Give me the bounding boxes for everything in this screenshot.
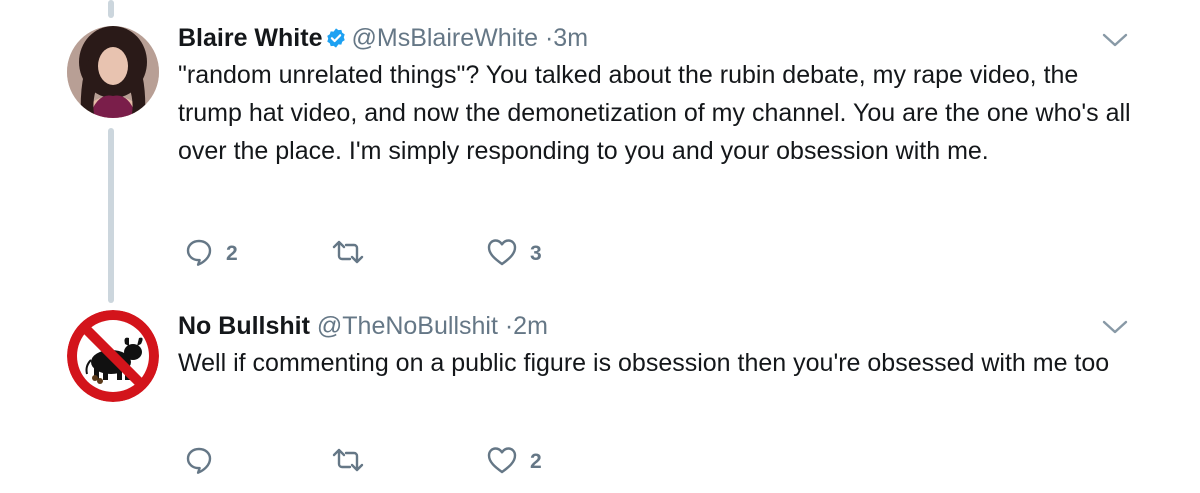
reply-icon [184,237,214,272]
retweet-icon [330,237,366,272]
reply-button[interactable]: 2 [184,234,238,274]
timestamp[interactable]: ·2m [505,312,548,340]
reply-icon [184,445,214,480]
user-handle[interactable]: @MsBlaireWhite [351,24,538,52]
reply-button[interactable] [184,442,226,482]
tweet-text: Well if commenting on a public figure is… [178,349,1110,377]
tweet-header: Blaire White @MsBlaireWhite ·3m [178,23,588,56]
retweet-button[interactable] [330,442,378,482]
chevron-down-icon[interactable] [1102,319,1128,335]
tweet-header: No Bullshit @TheNoBullshit ·2m [178,311,548,341]
heart-icon [486,237,518,272]
heart-icon [486,445,518,480]
tweet-blaire-white[interactable]: Blaire White @MsBlaireWhite ·3m "random u… [0,0,1200,290]
retweet-icon [330,445,366,480]
display-name[interactable]: No Bullshit [178,312,310,340]
display-name[interactable]: Blaire White [178,24,322,52]
like-count: 2 [530,450,542,473]
like-button[interactable]: 3 [486,234,542,274]
retweet-button[interactable] [330,234,378,274]
tweet-no-bullshit[interactable]: No Bullshit @TheNoBullshit ·2m Well if c… [0,300,1200,493]
chevron-down-icon[interactable] [1102,32,1128,48]
reply-count: 2 [226,242,238,265]
tweet-text: "random unrelated things"? You talked ab… [178,61,1131,165]
user-handle[interactable]: @TheNoBullshit [317,312,498,340]
avatar[interactable] [67,26,159,118]
like-count: 3 [530,242,542,265]
like-button[interactable]: 2 [486,442,542,482]
tweet-actions: 2 3 [178,234,678,274]
avatar[interactable] [67,310,159,402]
tweet-actions: 2 [178,442,678,482]
timestamp[interactable]: ·3m [545,24,588,52]
verified-badge-icon [325,26,347,56]
